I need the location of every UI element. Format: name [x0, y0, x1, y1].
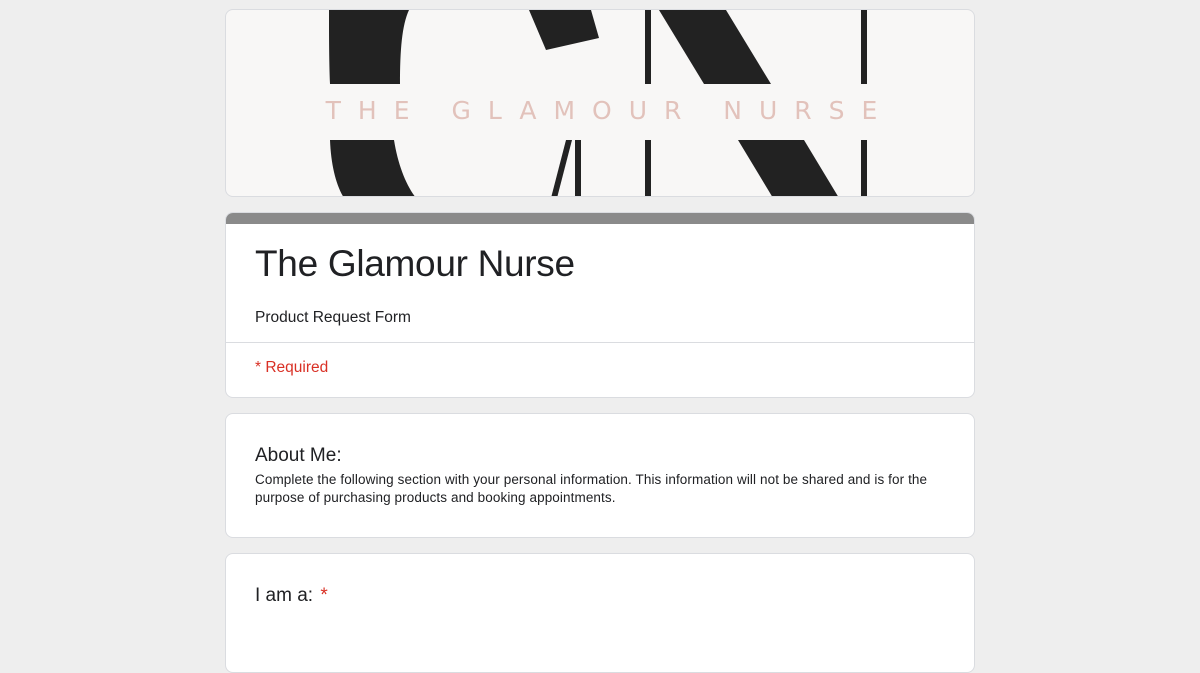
header-banner-image: THE GLAMOUR NURSE: [225, 9, 975, 197]
required-indicator-note: * Required: [255, 359, 329, 376]
form-title-card: The Glamour Nurse Product Request Form *…: [225, 212, 975, 398]
section-header-card: About Me: Complete the following section…: [225, 413, 975, 538]
required-asterisk: *: [320, 585, 328, 606]
question-label: I am a: *: [255, 585, 328, 607]
banner-brand-text: THE GLAMOUR NURSE: [325, 96, 895, 125]
form-title: The Glamour Nurse: [255, 243, 575, 284]
section-description: Complete the following section with your…: [255, 472, 928, 505]
title-card-divider: [226, 342, 974, 343]
form-column: THE GLAMOUR NURSE The Glamour Nurse Prod…: [225, 9, 975, 673]
section-title: About Me:: [255, 445, 342, 466]
title-card-accent-bar: [226, 213, 974, 224]
form-description: Product Request Form: [255, 309, 411, 326]
question-card: I am a: *: [225, 553, 975, 673]
question-label-text: I am a:: [255, 585, 314, 606]
